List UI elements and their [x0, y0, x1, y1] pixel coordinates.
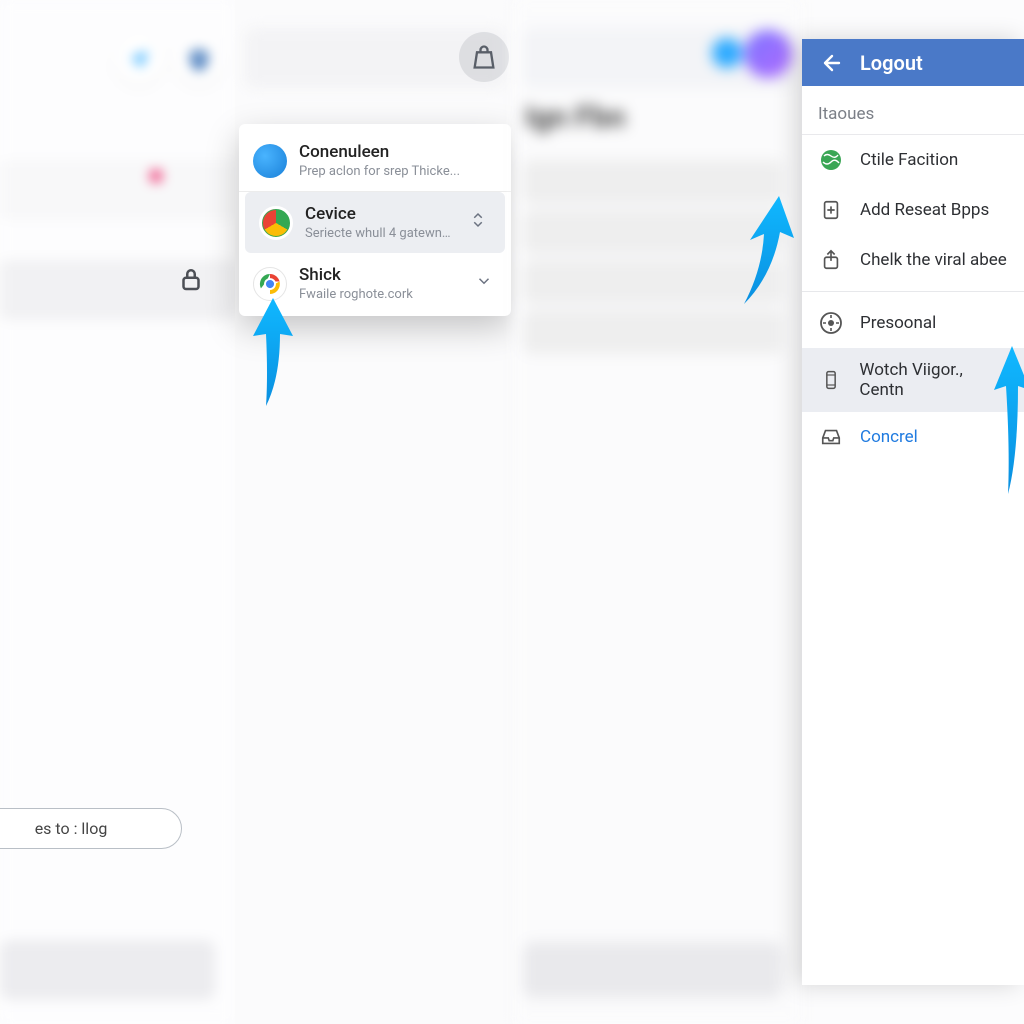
account-switcher-popup: Conenuleen Prep aclon for srep Thicke...… [239, 124, 511, 316]
account-item-1[interactable]: Conenuleen Prep aclon for srep Thicke... [239, 130, 511, 192]
drawer-item-label: Ctile Facition [860, 150, 958, 170]
drawer-item-ctile[interactable]: Ctile Facition [802, 135, 1024, 185]
drawer-item-label: Presoonal [860, 313, 936, 333]
shopping-bag-icon[interactable] [459, 32, 509, 82]
drawer-section-label: Itaoues [802, 90, 1024, 135]
drawer-item-add-reseat[interactable]: Add Reseat Bpps [802, 185, 1024, 235]
back-arrow-icon[interactable] [818, 51, 842, 75]
account-item-2-selected[interactable]: Cevice Seriecte whull 4 gatewnerl... [245, 192, 505, 253]
globe-icon [818, 147, 844, 173]
add-document-icon [818, 197, 844, 223]
account-title: Cevice [305, 204, 457, 224]
drawer-item-concrel[interactable]: Concrel [802, 412, 1024, 462]
screenshot-composite: es to : llog Conenuleen Prep aclon for s… [0, 0, 1024, 1024]
account-title: Conenuleen [299, 142, 497, 162]
chevron-collapse-icon [469, 211, 491, 234]
chrome-icon [253, 267, 287, 301]
panel-c-blurred: Ign Fbn [515, 0, 802, 1024]
inbox-icon [818, 424, 844, 450]
drawer-item-chelk[interactable]: Chelk the viral abee [802, 235, 1024, 285]
logout-drawer: Logout Itaoues Ctile Facition Add Reseat… [802, 39, 1024, 985]
drawer-item-presoonal[interactable]: Presoonal [802, 298, 1024, 348]
avatar-icon [259, 206, 293, 240]
divider [802, 291, 1024, 292]
chevron-down-icon [475, 272, 497, 295]
account-subtitle: Fwaile roghote.cork [299, 287, 463, 302]
account-subtitle: Prep aclon for srep Thicke... [299, 164, 497, 179]
avatar-icon [253, 144, 287, 178]
panel-a-blurred [0, 0, 235, 1024]
account-title: Shick [299, 265, 463, 285]
device-icon [818, 367, 843, 393]
drawer-item-watch-selected[interactable]: Wotch Viigor., Centn [802, 348, 1024, 412]
account-subtitle: Seriecte whull 4 gatewnerl... [305, 226, 457, 241]
account-item-3[interactable]: Shick Fwaile roghote.cork [239, 253, 511, 314]
drawer-item-label: Chelk the viral abee [860, 250, 1007, 270]
login-pill[interactable]: es to : llog [0, 808, 182, 849]
shield-icon[interactable] [175, 36, 223, 84]
share-icon [818, 247, 844, 273]
drawer-header: Logout [802, 39, 1024, 86]
drawer-item-label: Concrel [860, 427, 918, 447]
drawer-title: Logout [860, 51, 923, 75]
paper-plane-icon[interactable] [115, 36, 163, 84]
lock-icon [176, 264, 206, 298]
dial-icon [818, 310, 844, 336]
drawer-item-label: Wotch Viigor., Centn [859, 360, 1008, 400]
login-pill-text: es to : llog [35, 819, 108, 838]
drawer-item-label: Add Reseat Bpps [860, 200, 989, 220]
